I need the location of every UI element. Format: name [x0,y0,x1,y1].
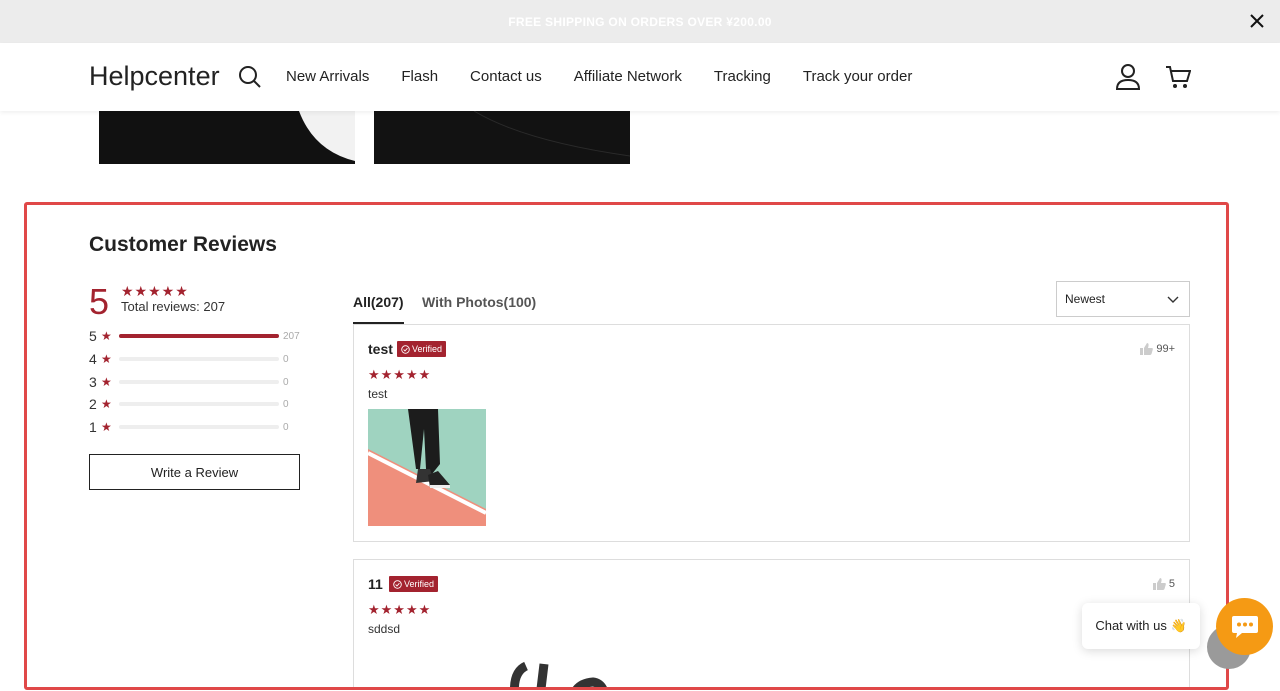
chat-icon [1231,615,1258,638]
verified-label: Verified [412,344,443,354]
like-count: 5 [1168,578,1175,590]
nav-affiliate-network[interactable]: Affiliate Network [574,68,682,85]
rating-row[interactable]: 4 ★ 0 [89,351,289,367]
write-review-button[interactable]: Write a Review [89,454,300,490]
star-icon: ★ [101,329,112,343]
rating-bar [119,380,279,384]
close-icon[interactable] [1248,12,1266,30]
rating-bar [119,402,279,406]
thumbs-up-icon [1140,343,1154,355]
nav-tracking[interactable]: Tracking [714,68,771,85]
rating-row[interactable]: 3 ★ 0 [89,374,289,390]
rating-row[interactable]: 1 ★ 0 [89,419,289,435]
nav-contact-us[interactable]: Contact us [470,68,542,85]
chevron-down-icon [1167,296,1179,303]
tab-with-photos[interactable]: With Photos(100) [422,294,536,310]
star-icon: ★ [101,420,112,434]
reviewer-name: test [368,341,393,357]
review-text: test [368,387,388,401]
customer-reviews-section: Customer Reviews 5 ★★★★★ Total reviews: … [24,202,1229,690]
rating-stars-number: 3 [89,374,97,390]
like-button[interactable]: 5 [1152,578,1175,590]
rating-row[interactable]: 5 ★ 207 [89,328,300,344]
announcement-text: FREE SHIPPING ON ORDERS OVER ¥200.00 [508,14,772,29]
nav-flash[interactable]: Flash [401,68,438,85]
like-count: 99+ [1156,343,1175,355]
chat-prompt[interactable]: Chat with us 👋 [1082,603,1200,649]
star-icon: ★ [101,352,112,366]
product-image-1[interactable] [99,111,355,164]
announcement-bar: FREE SHIPPING ON ORDERS OVER ¥200.00 [0,0,1280,43]
rating-count: 0 [283,398,289,410]
check-circle-icon [393,579,402,589]
rating-row[interactable]: 2 ★ 0 [89,396,289,412]
rating-count: 0 [283,353,289,365]
sort-value: Newest [1065,292,1106,306]
tab-all[interactable]: All(207) [353,294,404,310]
rating-count: 0 [283,421,289,433]
site-header: Helpcenter New Arrivals Flash Contact us… [0,43,1280,111]
product-image-2[interactable] [374,111,630,164]
review-stars: ★★★★★ [368,602,432,617]
rating-bar [119,425,279,429]
review-photo[interactable] [368,409,486,526]
rating-stars-number: 2 [89,396,97,412]
verified-badge: Verified [397,341,447,357]
average-score: 5 [89,281,110,322]
rating-count: 0 [283,376,289,388]
review-card: test Verified 99+ ★★★★★ test [353,324,1190,542]
review-text: sddsd [368,622,401,636]
chat-prompt-label: Chat with us 👋 [1095,618,1187,633]
user-icon[interactable] [1116,64,1140,90]
site-logo[interactable]: Helpcenter [89,61,220,92]
rating-stars-number: 4 [89,351,97,367]
like-button[interactable]: 99+ [1140,343,1175,355]
rating-bar-fill [119,334,279,338]
review-photo[interactable] [368,654,628,687]
check-circle-icon [401,344,410,354]
thumbs-up-icon [1152,578,1166,590]
rating-bar [119,334,279,338]
star-icon: ★ [101,375,112,389]
verified-label: Verified [404,579,435,589]
chat-button[interactable] [1216,598,1273,655]
total-reviews: Total reviews: 207 [121,299,226,314]
sort-select[interactable]: Newest [1056,281,1190,317]
rating-stars-number: 1 [89,419,97,435]
rating-count: 207 [283,330,300,342]
verified-badge: Verified [389,576,439,592]
rating-stars-number: 5 [89,328,97,344]
nav-track-your-order[interactable]: Track your order [803,68,912,85]
average-stars: ★★★★★ [121,283,189,299]
reviews-title: Customer Reviews [89,233,277,256]
review-card: 11 Verified 5 ★★★★★ sddsd [353,559,1190,687]
search-icon[interactable] [238,65,262,89]
nav-new-arrivals[interactable]: New Arrivals [286,68,369,85]
reviewer-name: 11 [368,576,383,592]
rating-bar [119,357,279,361]
cart-icon[interactable] [1165,65,1191,89]
star-icon: ★ [101,397,112,411]
main-nav: New Arrivals Flash Contact us Affiliate … [286,68,944,85]
review-stars: ★★★★★ [368,367,432,382]
